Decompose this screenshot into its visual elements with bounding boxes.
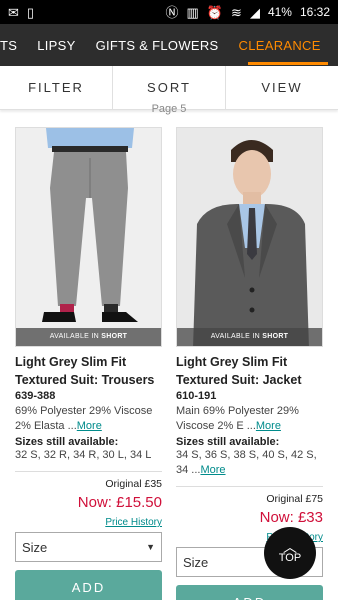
badge-fit: SHORT bbox=[262, 333, 289, 340]
product-description: 69% Polyester 29% Viscose 2% Elasta ...M… bbox=[15, 404, 162, 434]
nfc-icon: Ⓝ bbox=[165, 4, 179, 20]
sizes-list: 34 S, 36 S, 38 S, 40 S, 42 S, 34 ...More bbox=[176, 448, 323, 478]
badge-prefix: AVAILABLE IN bbox=[210, 333, 260, 340]
sizes-more-link[interactable]: More bbox=[200, 464, 225, 476]
sale-price: Now: £15.50 bbox=[77, 494, 162, 511]
active-tab-indicator bbox=[248, 62, 328, 65]
product-image[interactable]: AVAILABLE IN SHORT bbox=[176, 127, 323, 347]
battery-level: 41% bbox=[267, 5, 292, 19]
add-to-bag-button[interactable]: ADD bbox=[15, 570, 162, 600]
trousers-photo bbox=[16, 128, 161, 346]
availability-badge: AVAILABLE IN SHORT bbox=[177, 328, 322, 346]
product-code: 639-388 bbox=[15, 390, 56, 402]
signal-icon: ◢ bbox=[249, 4, 260, 20]
top-label: TOP bbox=[278, 552, 302, 564]
product-card: AVAILABLE IN SHORT Light Grey Slim Fit T… bbox=[15, 127, 162, 600]
clock: 16:32 bbox=[299, 5, 330, 19]
product-description: Main 69% Polyester 29% Viscose 2% E ...M… bbox=[176, 404, 323, 434]
original-price: Original £35 bbox=[105, 478, 162, 490]
divider bbox=[15, 471, 162, 472]
divider bbox=[176, 486, 323, 487]
alarm-icon: ⏰ bbox=[206, 4, 224, 20]
product-title[interactable]: Light Grey Slim Fit Textured Suit: Jacke… bbox=[176, 353, 323, 389]
status-bar: ✉ ▯ Ⓝ ▥ ⏰ ≋ ◢ 41% 16:32 bbox=[0, 0, 338, 24]
availability-badge: AVAILABLE IN SHORT bbox=[16, 328, 161, 346]
vibrate-icon: ▥ bbox=[186, 4, 199, 20]
chevron-up-icon: ︿ bbox=[283, 539, 297, 555]
add-to-bag-button[interactable]: ADD bbox=[176, 585, 323, 600]
size-select-value: Size bbox=[183, 554, 209, 570]
original-price: Original £75 bbox=[266, 493, 323, 505]
nav-item-gifts[interactable]: GIFTS & FLOWERS bbox=[86, 38, 229, 53]
nav-item-clearance[interactable]: CLEARANCE bbox=[229, 38, 331, 53]
size-select[interactable]: Size ▼ bbox=[15, 532, 162, 562]
sale-price: Now: £33 bbox=[259, 509, 323, 526]
phone-icon: ▯ bbox=[26, 4, 35, 20]
badge-prefix: AVAILABLE IN bbox=[49, 333, 99, 340]
gmail-icon: ✉ bbox=[8, 4, 19, 20]
nav-item-partial[interactable]: TS bbox=[0, 38, 27, 53]
dropdown-caret-icon: ▼ bbox=[146, 542, 155, 552]
price-history-link[interactable]: Price History bbox=[15, 517, 162, 528]
product-code: 610-191 bbox=[176, 390, 217, 402]
wifi-icon: ≋ bbox=[231, 4, 242, 20]
sizes-heading: Sizes still available: bbox=[176, 436, 280, 448]
sizes-heading: Sizes still available: bbox=[15, 436, 119, 448]
page-label: Page 5 bbox=[151, 103, 187, 115]
more-link[interactable]: More bbox=[77, 420, 102, 432]
badge-fit: SHORT bbox=[101, 333, 128, 340]
jacket-photo bbox=[177, 128, 322, 346]
category-nav: TS LIPSY GIFTS & FLOWERS CLEARANCE bbox=[0, 24, 338, 66]
more-link[interactable]: More bbox=[256, 420, 281, 432]
sizes-list: 32 S, 32 R, 34 R, 30 L, 34 L bbox=[15, 449, 152, 461]
back-to-top-button[interactable]: ︿ TOP bbox=[264, 527, 316, 579]
nav-item-lipsy[interactable]: LIPSY bbox=[27, 38, 85, 53]
product-title[interactable]: Light Grey Slim Fit Textured Suit: Trous… bbox=[15, 353, 162, 389]
product-image[interactable]: AVAILABLE IN SHORT bbox=[15, 127, 162, 347]
sizes-text: 34 S, 36 S, 38 S, 40 S, 42 S, 34 ... bbox=[176, 449, 317, 476]
size-select-value: Size bbox=[22, 539, 48, 555]
